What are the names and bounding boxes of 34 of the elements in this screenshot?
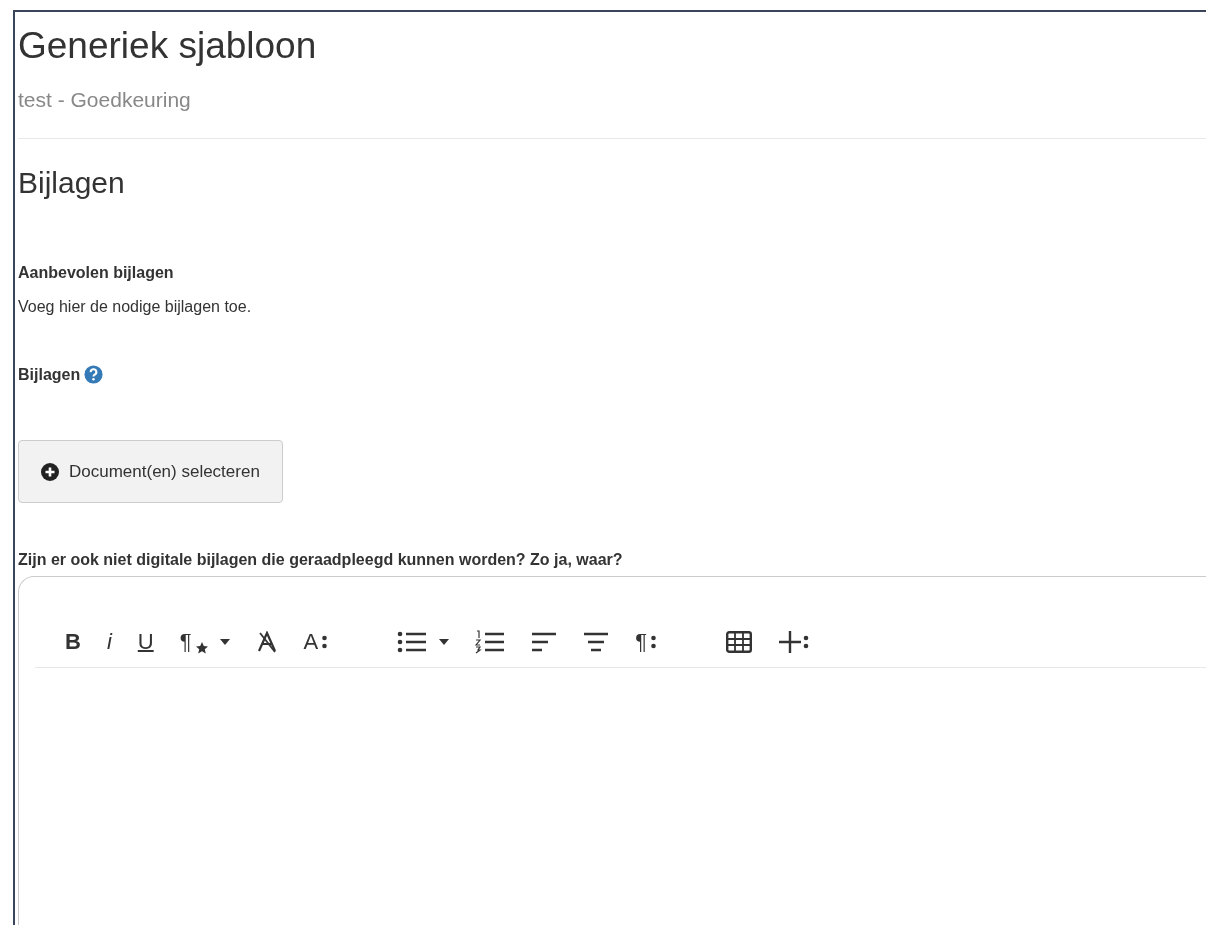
section-title: Bijlagen	[18, 164, 126, 201]
field-label: Zijn er ook niet digitale bijlagen die geraadpleegd kunnen worden? Zo ja, waar?	[18, 550, 624, 571]
field-label: Aanbevolen bijlagen	[18, 262, 175, 283]
plus-circle-icon	[41, 462, 59, 481]
select-documents-button[interactable]: Document(en) selecteren	[18, 439, 283, 504]
toolbar-button[interactable]	[583, 632, 610, 653]
help-icon[interactable]	[84, 365, 104, 385]
toolbar-button[interactable]: i	[106, 631, 112, 654]
page-title: Generiek sjabloon	[18, 24, 318, 68]
align-center-icon	[583, 632, 610, 653]
align-left-icon	[531, 632, 558, 653]
dots-icon	[651, 635, 656, 650]
toolbar-button[interactable]	[397, 631, 450, 654]
star-icon	[195, 642, 208, 655]
help-text: Voeg hier de nodige bijlagen toe.	[18, 296, 253, 317]
clear-format-icon	[255, 631, 278, 654]
field-label: Bijlagen	[18, 364, 81, 385]
toolbar-button[interactable]	[531, 632, 558, 653]
toolbar-button[interactable]	[726, 631, 752, 654]
toolbar-button[interactable]	[255, 631, 278, 654]
toolbar-button[interactable]: U	[137, 631, 154, 654]
page-subtitle: test - Goedkeuring	[18, 87, 192, 114]
plus-icon	[778, 630, 810, 655]
toolbar-button[interactable]: A	[303, 631, 328, 654]
toolbar-button[interactable]	[778, 630, 810, 655]
toolbar-button[interactable]	[475, 630, 506, 655]
toolbar-button[interactable]: ¶	[635, 631, 656, 654]
dots-icon	[322, 635, 328, 650]
rich-text-editor[interactable]: B i U ¶ A ¶	[18, 576, 1206, 925]
numbered-list-icon	[475, 630, 506, 655]
bullet-list-icon	[397, 631, 428, 654]
table-icon	[726, 631, 752, 654]
toolbar-button[interactable]: B	[65, 631, 81, 654]
toolbar-button[interactable]: ¶	[179, 630, 230, 655]
